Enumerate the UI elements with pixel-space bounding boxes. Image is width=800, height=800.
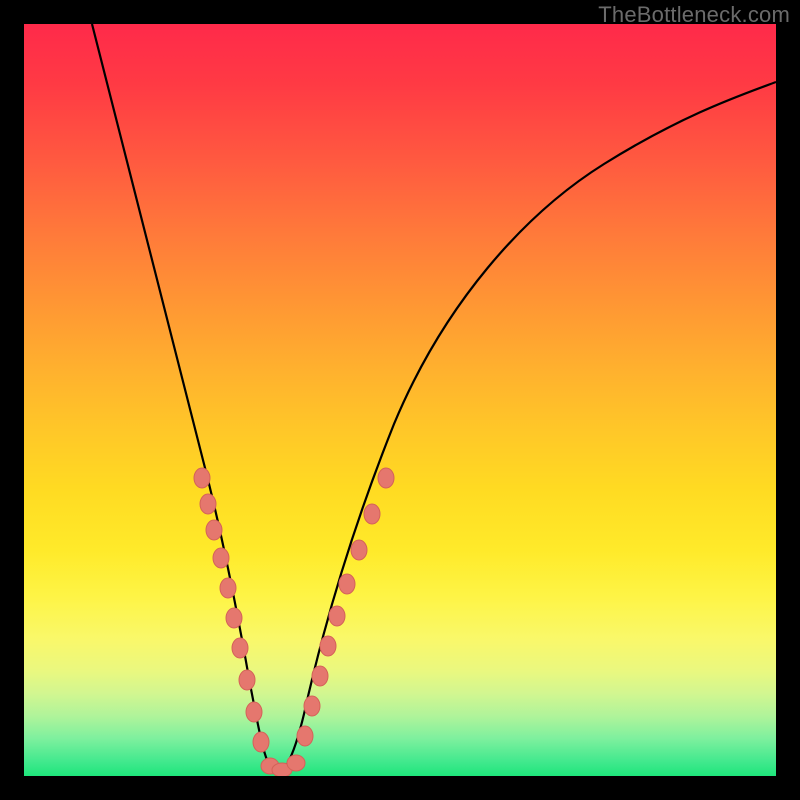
bead-cluster-bottom	[272, 755, 305, 776]
bead-cluster-right	[297, 468, 394, 746]
bead-cluster-left	[194, 468, 279, 774]
chart-frame: TheBottleneck.com	[0, 0, 800, 800]
bottleneck-curve	[92, 24, 776, 773]
plot-area	[24, 24, 776, 776]
watermark-text: TheBottleneck.com	[598, 2, 790, 28]
curve-svg	[24, 24, 776, 776]
